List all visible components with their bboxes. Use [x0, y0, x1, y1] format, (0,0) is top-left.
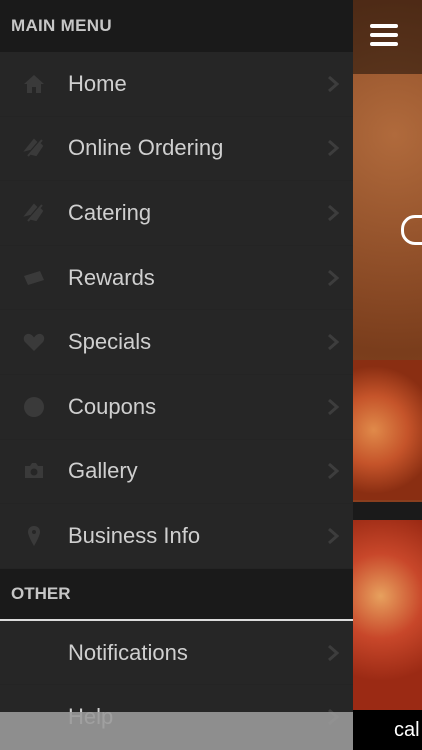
menu-item-coupons[interactable]: Coupons: [0, 375, 353, 440]
chevron-right-icon: [313, 398, 353, 416]
pizza-image: [353, 520, 422, 710]
menu-item-gallery[interactable]: Gallery: [0, 440, 353, 505]
camera-icon: [0, 440, 68, 504]
menu-item-label: Catering: [68, 199, 152, 225]
menu-item-label: Coupons: [68, 393, 157, 419]
menu-item-label: Gallery: [68, 458, 138, 484]
menu-item-business-info[interactable]: Business Info: [0, 504, 353, 569]
menu-item-rewards[interactable]: Rewards: [0, 246, 353, 311]
menu-item-notifications[interactable]: Notifications: [0, 621, 353, 686]
order-icon: [0, 117, 68, 181]
ticket-icon: [0, 246, 68, 310]
main-menu-list: Home Online Ordering Catering Rewards Sp…: [0, 52, 353, 569]
chevron-right-icon: [313, 462, 353, 480]
chevron-right-icon: [313, 204, 353, 222]
menu-item-label: Specials: [68, 329, 152, 355]
notifications-icon-placeholder: [0, 621, 68, 685]
call-label: cal: [394, 718, 420, 741]
menu-item-label: Home: [68, 70, 127, 96]
other-header: OTHER: [0, 568, 353, 621]
top-bar: [353, 0, 422, 74]
heart-icon: [0, 310, 68, 374]
chevron-right-icon: [313, 644, 353, 662]
map-pin-icon: [0, 504, 68, 568]
chevron-right-icon: [313, 333, 353, 351]
chevron-right-icon: [313, 75, 353, 93]
chevron-right-icon: [313, 139, 353, 157]
menu-item-label: Rewards: [68, 264, 155, 290]
menu-item-online-ordering[interactable]: Online Ordering: [0, 117, 353, 182]
menu-item-label: Online Ordering: [68, 135, 224, 161]
pan-edge: [353, 502, 422, 520]
bottom-bar: [0, 712, 353, 750]
hamburger-menu-icon[interactable]: [370, 24, 398, 46]
coupon-icon: [0, 375, 68, 439]
catering-icon: [0, 181, 68, 245]
menu-item-home[interactable]: Home: [0, 52, 353, 117]
chevron-right-icon: [313, 527, 353, 545]
menu-item-catering[interactable]: Catering: [0, 181, 353, 246]
main-menu-header: MAIN MENU: [0, 0, 353, 52]
call-button[interactable]: cal: [353, 710, 422, 750]
menu-item-specials[interactable]: Specials: [0, 310, 353, 375]
logo-decoration: [401, 215, 422, 245]
main-content-peek[interactable]: cal: [353, 0, 422, 750]
home-icon: [0, 52, 68, 116]
menu-item-label: Notifications: [68, 639, 188, 665]
chevron-right-icon: [313, 269, 353, 287]
pizza-image: [353, 360, 422, 500]
side-drawer: MAIN MENU Home Online Ordering Catering: [0, 0, 353, 750]
menu-item-label: Business Info: [68, 522, 201, 548]
